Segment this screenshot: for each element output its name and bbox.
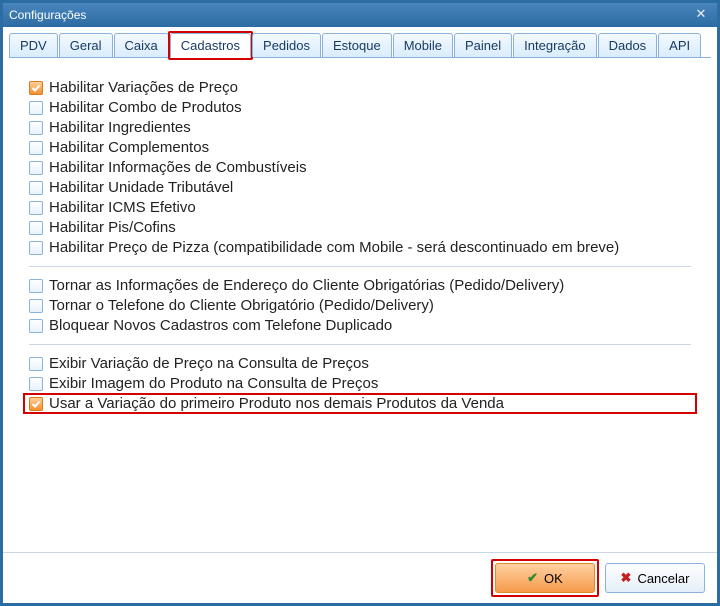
checkbox[interactable] [29, 397, 43, 411]
checkbox[interactable] [29, 121, 43, 135]
x-icon: ✖ [621, 570, 632, 586]
option-label: Bloquear Novos Cadastros com Telefone Du… [49, 317, 392, 334]
footer: ✔ OK ✖ Cancelar [3, 552, 717, 603]
check-icon: ✔ [527, 570, 538, 586]
option-row: Habilitar Informações de Combustíveis [29, 159, 691, 176]
checkbox[interactable] [29, 141, 43, 155]
option-label: Habilitar ICMS Efetivo [49, 199, 196, 216]
option-label: Usar a Variação do primeiro Produto nos … [49, 395, 504, 412]
option-row: Exibir Variação de Preço na Consulta de … [29, 355, 691, 372]
titlebar: Configurações ✕ [3, 3, 717, 27]
option-label: Habilitar Ingredientes [49, 119, 191, 136]
option-row: Habilitar Preço de Pizza (compatibilidad… [29, 239, 691, 256]
option-label: Exibir Variação de Preço na Consulta de … [49, 355, 369, 372]
tab-painel[interactable]: Painel [454, 33, 512, 57]
tabs: PDVGeralCaixaCadastrosPedidosEstoqueMobi… [9, 33, 711, 58]
option-label: Habilitar Preço de Pizza (compatibilidad… [49, 239, 619, 256]
tab-dados[interactable]: Dados [598, 33, 658, 57]
option-row: Habilitar Pis/Cofins [29, 219, 691, 236]
cancel-label: Cancelar [637, 571, 689, 586]
checkbox[interactable] [29, 81, 43, 95]
option-row: Usar a Variação do primeiro Produto nos … [29, 395, 691, 412]
option-row: Habilitar Ingredientes [29, 119, 691, 136]
close-icon[interactable]: ✕ [691, 7, 711, 23]
checkbox[interactable] [29, 161, 43, 175]
option-row: Tornar o Telefone do Cliente Obrigatório… [29, 297, 691, 314]
option-row: Habilitar Combo de Produtos [29, 99, 691, 116]
tab-mobile[interactable]: Mobile [393, 33, 453, 57]
tab-caixa[interactable]: Caixa [114, 33, 169, 57]
checkbox[interactable] [29, 279, 43, 293]
checkbox[interactable] [29, 101, 43, 115]
option-label: Tornar as Informações de Endereço do Cli… [49, 277, 564, 294]
option-row: Tornar as Informações de Endereço do Cli… [29, 277, 691, 294]
option-label: Habilitar Complementos [49, 139, 209, 156]
option-row: Habilitar Complementos [29, 139, 691, 156]
tab-estoque[interactable]: Estoque [322, 33, 392, 57]
separator [29, 344, 691, 345]
checkbox[interactable] [29, 319, 43, 333]
tab-pdv[interactable]: PDV [9, 33, 58, 57]
option-label: Habilitar Variações de Preço [49, 79, 238, 96]
checkbox[interactable] [29, 221, 43, 235]
option-row: Exibir Imagem do Produto na Consulta de … [29, 375, 691, 392]
checkbox[interactable] [29, 357, 43, 371]
option-label: Tornar o Telefone do Cliente Obrigatório… [49, 297, 434, 314]
checkbox[interactable] [29, 299, 43, 313]
ok-label: OK [544, 571, 563, 586]
cancel-button[interactable]: ✖ Cancelar [605, 563, 705, 593]
tab-api[interactable]: API [658, 33, 701, 57]
option-row: Habilitar ICMS Efetivo [29, 199, 691, 216]
option-row: Bloquear Novos Cadastros com Telefone Du… [29, 317, 691, 334]
ok-button[interactable]: ✔ OK [495, 563, 595, 593]
tab-integração[interactable]: Integração [513, 33, 596, 57]
checkbox[interactable] [29, 241, 43, 255]
option-label: Habilitar Unidade Tributável [49, 179, 233, 196]
tab-cadastros[interactable]: Cadastros [170, 33, 251, 58]
option-label: Habilitar Pis/Cofins [49, 219, 176, 236]
tab-geral[interactable]: Geral [59, 33, 113, 57]
config-window: Configurações ✕ PDVGeralCaixaCadastrosPe… [0, 0, 720, 606]
checkbox[interactable] [29, 377, 43, 391]
separator [29, 266, 691, 267]
option-row: Habilitar Variações de Preço [29, 79, 691, 96]
tabs-container: PDVGeralCaixaCadastrosPedidosEstoqueMobi… [3, 27, 717, 58]
option-row: Habilitar Unidade Tributável [29, 179, 691, 196]
tab-pedidos[interactable]: Pedidos [252, 33, 321, 57]
option-label: Habilitar Informações de Combustíveis [49, 159, 307, 176]
checkbox[interactable] [29, 181, 43, 195]
option-label: Exibir Imagem do Produto na Consulta de … [49, 375, 378, 392]
tab-content: Habilitar Variações de Preço Habilitar Co… [3, 58, 717, 552]
window-title: Configurações [9, 8, 691, 22]
checkbox[interactable] [29, 201, 43, 215]
option-label: Habilitar Combo de Produtos [49, 99, 242, 116]
